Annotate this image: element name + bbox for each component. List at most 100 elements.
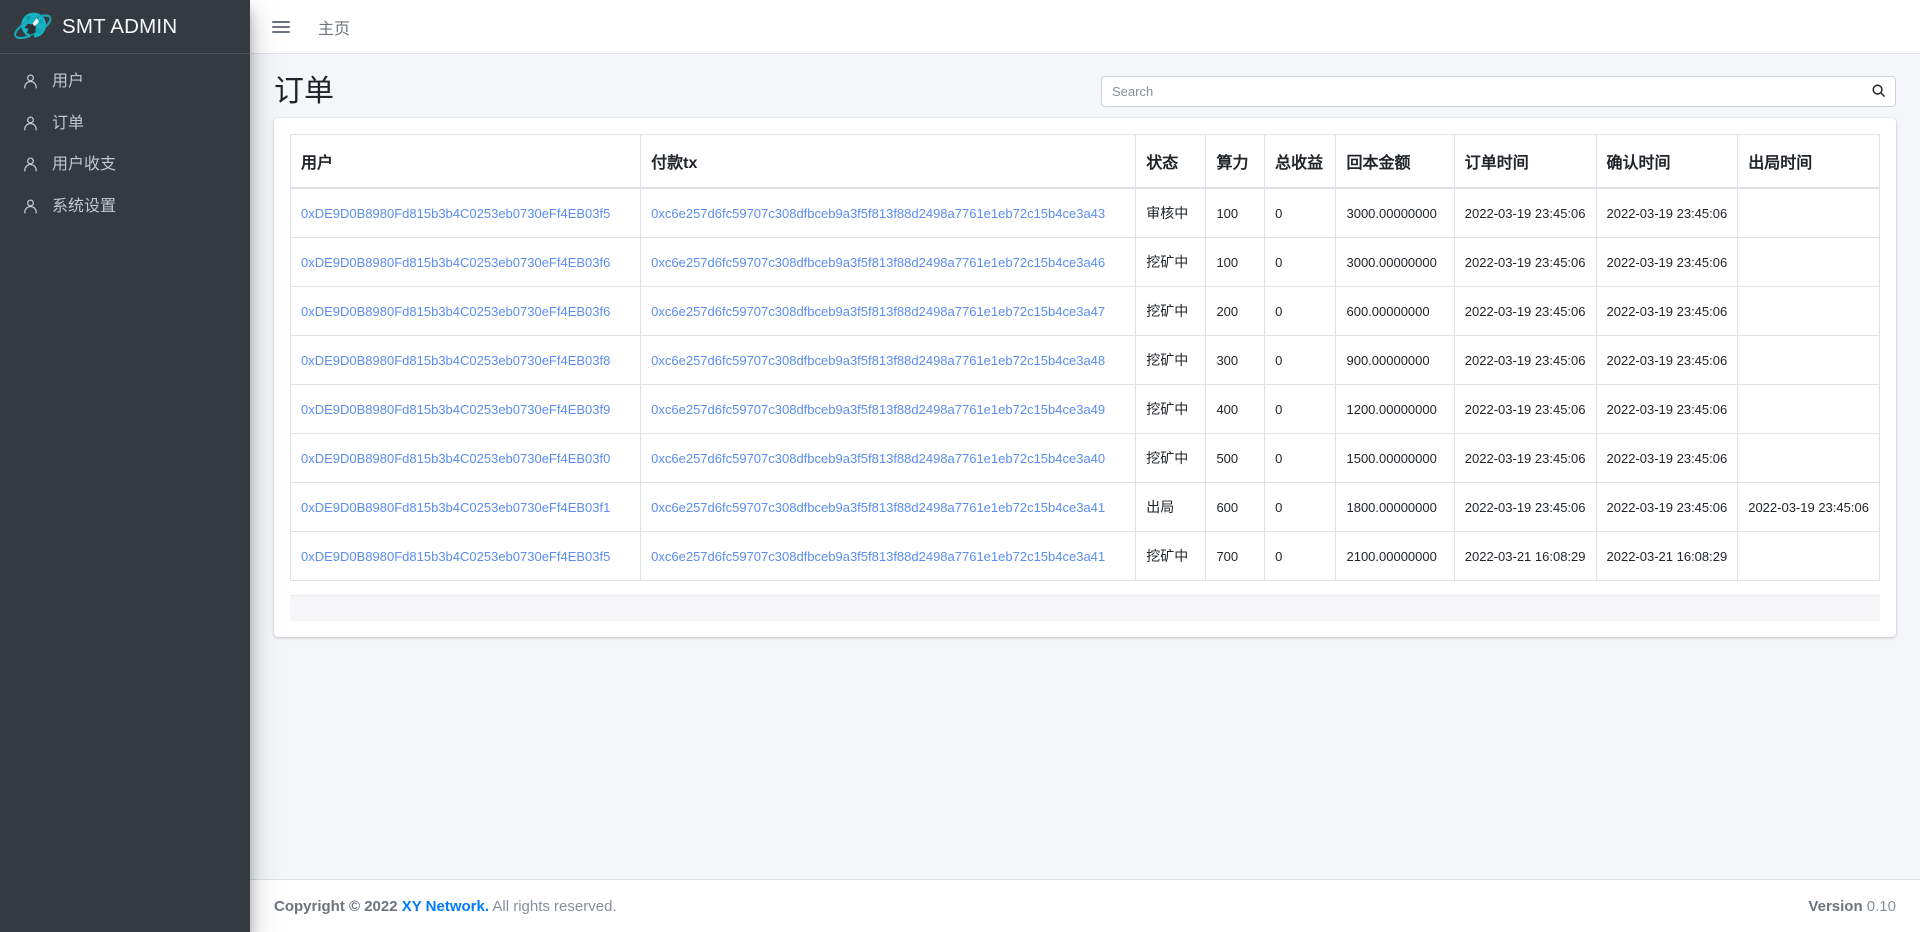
user-cell: 0xDE9D0B8980Fd815b3b4C0253eb0730eFf4EB03…	[291, 532, 641, 581]
confirm-time-cell: 2022-03-19 23:45:06	[1596, 336, 1738, 385]
user-link[interactable]: 0xDE9D0B8980Fd815b3b4C0253eb0730eFf4EB03…	[301, 500, 610, 515]
user-link[interactable]: 0xDE9D0B8980Fd815b3b4C0253eb0730eFf4EB03…	[301, 255, 610, 270]
table-row: 0xDE9D0B8980Fd815b3b4C0253eb0730eFf4EB03…	[291, 238, 1880, 287]
order-time-cell: 2022-03-19 23:45:06	[1454, 287, 1596, 336]
page-footer: Copyright © 2022 XY Network. All rights …	[250, 879, 1920, 932]
sidebar-item-label: 系统设置	[52, 196, 116, 218]
capital-cell: 1800.00000000	[1336, 483, 1454, 532]
card-area: 用户 付款tx 状态 算力 总收益 回本金额 订单时间 确认时间 出局时间 0x…	[250, 118, 1920, 637]
footer-version: Version 0.10	[1808, 898, 1896, 915]
tx-link[interactable]: 0xc6e257d6fc59707c308dfbceb9a3f5f813f88d…	[651, 500, 1105, 515]
orders-table: 用户 付款tx 状态 算力 总收益 回本金额 订单时间 确认时间 出局时间 0x…	[290, 134, 1880, 581]
exit-time-cell	[1738, 434, 1880, 483]
table-row: 0xDE9D0B8980Fd815b3b4C0253eb0730eFf4EB03…	[291, 483, 1880, 532]
tx-cell: 0xc6e257d6fc59707c308dfbceb9a3f5f813f88d…	[641, 188, 1136, 238]
user-link[interactable]: 0xDE9D0B8980Fd815b3b4C0253eb0730eFf4EB03…	[301, 304, 610, 319]
sidebar-item-system-settings[interactable]: 系统设置	[8, 187, 242, 227]
tx-link[interactable]: 0xc6e257d6fc59707c308dfbceb9a3f5f813f88d…	[651, 549, 1105, 564]
confirm-time-cell: 2022-03-19 23:45:06	[1596, 238, 1738, 287]
exit-time-cell	[1738, 238, 1880, 287]
confirm-time-cell: 2022-03-19 23:45:06	[1596, 385, 1738, 434]
tx-cell: 0xc6e257d6fc59707c308dfbceb9a3f5f813f88d…	[641, 483, 1136, 532]
page-title: 订单	[274, 74, 334, 110]
capital-cell: 3000.00000000	[1336, 238, 1454, 287]
hamburger-icon	[272, 18, 290, 36]
user-link[interactable]: 0xDE9D0B8980Fd815b3b4C0253eb0730eFf4EB03…	[301, 206, 610, 221]
sidebar-item-user-transactions[interactable]: 用户收支	[8, 145, 242, 185]
sidebar: SMT ADMIN 用户 订单	[0, 0, 250, 932]
table-row: 0xDE9D0B8980Fd815b3b4C0253eb0730eFf4EB03…	[291, 188, 1880, 238]
exit-time-cell	[1738, 385, 1880, 434]
tx-link[interactable]: 0xc6e257d6fc59707c308dfbceb9a3f5f813f88d…	[651, 402, 1105, 417]
user-link[interactable]: 0xDE9D0B8980Fd815b3b4C0253eb0730eFf4EB03…	[301, 549, 610, 564]
brand-link[interactable]: SMT ADMIN	[0, 0, 250, 54]
confirm-time-cell: 2022-03-21 16:08:29	[1596, 532, 1738, 581]
column-header-confirm-time: 确认时间	[1596, 135, 1738, 189]
tx-link[interactable]: 0xc6e257d6fc59707c308dfbceb9a3f5f813f88d…	[651, 451, 1105, 466]
sidebar-link-user-transactions[interactable]: 用户收支	[8, 145, 242, 185]
navbar-link-home[interactable]: 主页	[304, 7, 364, 47]
column-header-total-income: 总收益	[1265, 135, 1336, 189]
sidebar-link-orders[interactable]: 订单	[8, 104, 242, 144]
total-income-cell: 0	[1265, 238, 1336, 287]
exit-time-cell	[1738, 336, 1880, 385]
user-icon	[20, 115, 40, 132]
sidebar-toggle-button[interactable]	[258, 10, 304, 44]
power-cell: 100	[1206, 238, 1265, 287]
sidebar-link-system-settings[interactable]: 系统设置	[8, 187, 242, 227]
power-cell: 200	[1206, 287, 1265, 336]
card-footer	[290, 595, 1880, 621]
total-income-cell: 0	[1265, 434, 1336, 483]
table-row: 0xDE9D0B8980Fd815b3b4C0253eb0730eFf4EB03…	[291, 385, 1880, 434]
top-navbar: 主页	[250, 0, 1920, 54]
table-header-row: 用户 付款tx 状态 算力 总收益 回本金额 订单时间 确认时间 出局时间	[291, 135, 1880, 189]
footer-copyright-suffix: All rights reserved.	[492, 898, 616, 915]
sidebar-item-orders[interactable]: 订单	[8, 104, 242, 144]
content-wrapper: 订单 用户 付款tx 状态	[250, 54, 1920, 879]
table-row: 0xDE9D0B8980Fd815b3b4C0253eb0730eFf4EB03…	[291, 336, 1880, 385]
power-cell: 100	[1206, 188, 1265, 238]
user-cell: 0xDE9D0B8980Fd815b3b4C0253eb0730eFf4EB03…	[291, 434, 641, 483]
search-icon	[1871, 83, 1886, 101]
confirm-time-cell: 2022-03-19 23:45:06	[1596, 483, 1738, 532]
order-time-cell: 2022-03-21 16:08:29	[1454, 532, 1596, 581]
total-income-cell: 0	[1265, 287, 1336, 336]
footer-version-number: 0.10	[1867, 898, 1896, 915]
power-cell: 600	[1206, 483, 1265, 532]
sidebar-item-label: 用户收支	[52, 154, 116, 176]
confirm-time-cell: 2022-03-19 23:45:06	[1596, 434, 1738, 483]
tx-cell: 0xc6e257d6fc59707c308dfbceb9a3f5f813f88d…	[641, 336, 1136, 385]
power-cell: 500	[1206, 434, 1265, 483]
user-link[interactable]: 0xDE9D0B8980Fd815b3b4C0253eb0730eFf4EB03…	[301, 353, 610, 368]
user-cell: 0xDE9D0B8980Fd815b3b4C0253eb0730eFf4EB03…	[291, 385, 641, 434]
tx-cell: 0xc6e257d6fc59707c308dfbceb9a3f5f813f88d…	[641, 238, 1136, 287]
search-button[interactable]	[1862, 76, 1896, 107]
power-cell: 300	[1206, 336, 1265, 385]
order-time-cell: 2022-03-19 23:45:06	[1454, 385, 1596, 434]
user-link[interactable]: 0xDE9D0B8980Fd815b3b4C0253eb0730eFf4EB03…	[301, 451, 610, 466]
total-income-cell: 0	[1265, 483, 1336, 532]
sidebar-item-label: 用户	[52, 71, 84, 93]
tx-link[interactable]: 0xc6e257d6fc59707c308dfbceb9a3f5f813f88d…	[651, 304, 1105, 319]
orders-card: 用户 付款tx 状态 算力 总收益 回本金额 订单时间 确认时间 出局时间 0x…	[274, 118, 1896, 637]
search-input[interactable]	[1101, 76, 1862, 107]
column-header-tx: 付款tx	[641, 135, 1136, 189]
user-cell: 0xDE9D0B8980Fd815b3b4C0253eb0730eFf4EB03…	[291, 287, 641, 336]
footer-brand-link[interactable]: XY Network.	[402, 898, 489, 915]
sidebar-nav: 用户 订单 用户收支	[0, 54, 250, 226]
user-link[interactable]: 0xDE9D0B8980Fd815b3b4C0253eb0730eFf4EB03…	[301, 402, 610, 417]
column-header-order-time: 订单时间	[1454, 135, 1596, 189]
tx-link[interactable]: 0xc6e257d6fc59707c308dfbceb9a3f5f813f88d…	[651, 255, 1105, 270]
tx-link[interactable]: 0xc6e257d6fc59707c308dfbceb9a3f5f813f88d…	[651, 353, 1105, 368]
sidebar-item-users[interactable]: 用户	[8, 62, 242, 102]
order-time-cell: 2022-03-19 23:45:06	[1454, 238, 1596, 287]
confirm-time-cell: 2022-03-19 23:45:06	[1596, 188, 1738, 238]
table-row: 0xDE9D0B8980Fd815b3b4C0253eb0730eFf4EB03…	[291, 532, 1880, 581]
sidebar-link-users[interactable]: 用户	[8, 62, 242, 102]
tx-link[interactable]: 0xc6e257d6fc59707c308dfbceb9a3f5f813f88d…	[651, 206, 1105, 221]
exit-time-cell	[1738, 287, 1880, 336]
column-header-capital: 回本金额	[1336, 135, 1454, 189]
tx-cell: 0xc6e257d6fc59707c308dfbceb9a3f5f813f88d…	[641, 385, 1136, 434]
footer-copyright: Copyright © 2022 XY Network. All rights …	[274, 898, 617, 915]
column-header-exit-time: 出局时间	[1738, 135, 1880, 189]
